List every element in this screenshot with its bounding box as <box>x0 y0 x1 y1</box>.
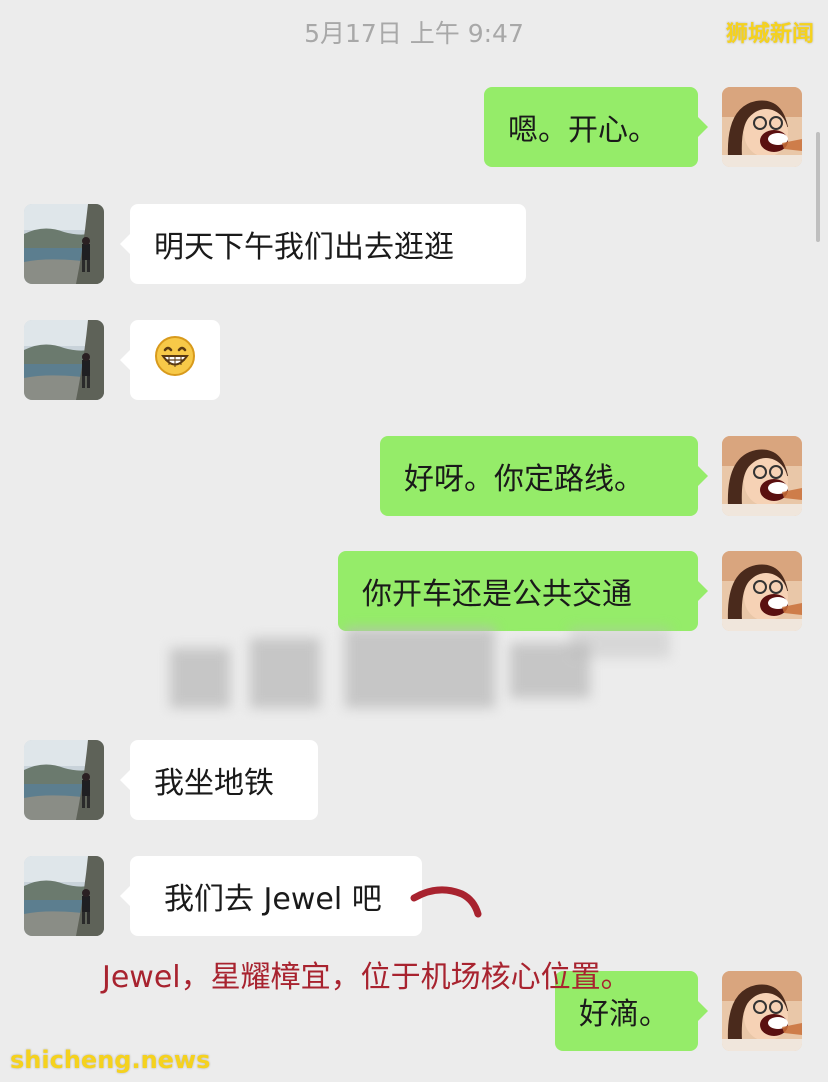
message-text: 我坐地铁 <box>154 766 274 801</box>
message-bubble-received[interactable]: 我坐地铁 <box>120 740 318 820</box>
cartoon-face-icon <box>722 87 802 167</box>
watermark-logo: 狮城新闻 <box>725 22 814 47</box>
landscape-photo-icon <box>24 204 104 284</box>
avatar-contact[interactable] <box>24 204 104 284</box>
redacted-area <box>150 618 690 728</box>
message-bubble-received[interactable] <box>120 320 220 400</box>
avatar-self[interactable] <box>722 971 802 1051</box>
avatar-contact[interactable] <box>24 856 104 936</box>
avatar-self[interactable] <box>722 87 802 167</box>
cartoon-face-icon <box>722 436 802 516</box>
avatar-self[interactable] <box>722 551 802 631</box>
landscape-photo-icon <box>24 320 104 400</box>
message-bubble-sent[interactable]: 嗯。开心。 <box>484 87 708 167</box>
avatar-contact[interactable] <box>24 740 104 820</box>
avatar-self[interactable] <box>722 436 802 516</box>
annotation-swoosh-icon <box>410 886 482 918</box>
message-text: 明天下午我们出去逛逛 <box>154 230 454 265</box>
landscape-photo-icon <box>24 740 104 820</box>
grinning-face-icon <box>154 335 196 385</box>
message-bubble-received[interactable]: 明天下午我们出去逛逛 <box>120 204 526 284</box>
message-text: 我们去 Jewel 吧 <box>164 882 382 917</box>
message-bubble-sent[interactable]: 好呀。你定路线。 <box>380 436 708 516</box>
cartoon-face-icon <box>722 551 802 631</box>
message-bubble-received[interactable]: 我们去 Jewel 吧 <box>120 856 422 936</box>
landscape-photo-icon <box>24 856 104 936</box>
message-text: 好呀。你定路线。 <box>404 462 644 497</box>
annotation-caption: Jewel，星耀樟宜，位于机场核心位置。 <box>102 960 631 995</box>
cartoon-face-icon <box>722 971 802 1051</box>
watermark-footer: shicheng.news <box>10 1046 211 1074</box>
scrollbar[interactable] <box>816 132 820 242</box>
message-text: 嗯。开心。 <box>508 113 658 148</box>
avatar-contact[interactable] <box>24 320 104 400</box>
message-text: 你开车还是公共交通 <box>362 577 632 612</box>
timestamp: 5月17日 上午 9:47 <box>304 19 524 48</box>
